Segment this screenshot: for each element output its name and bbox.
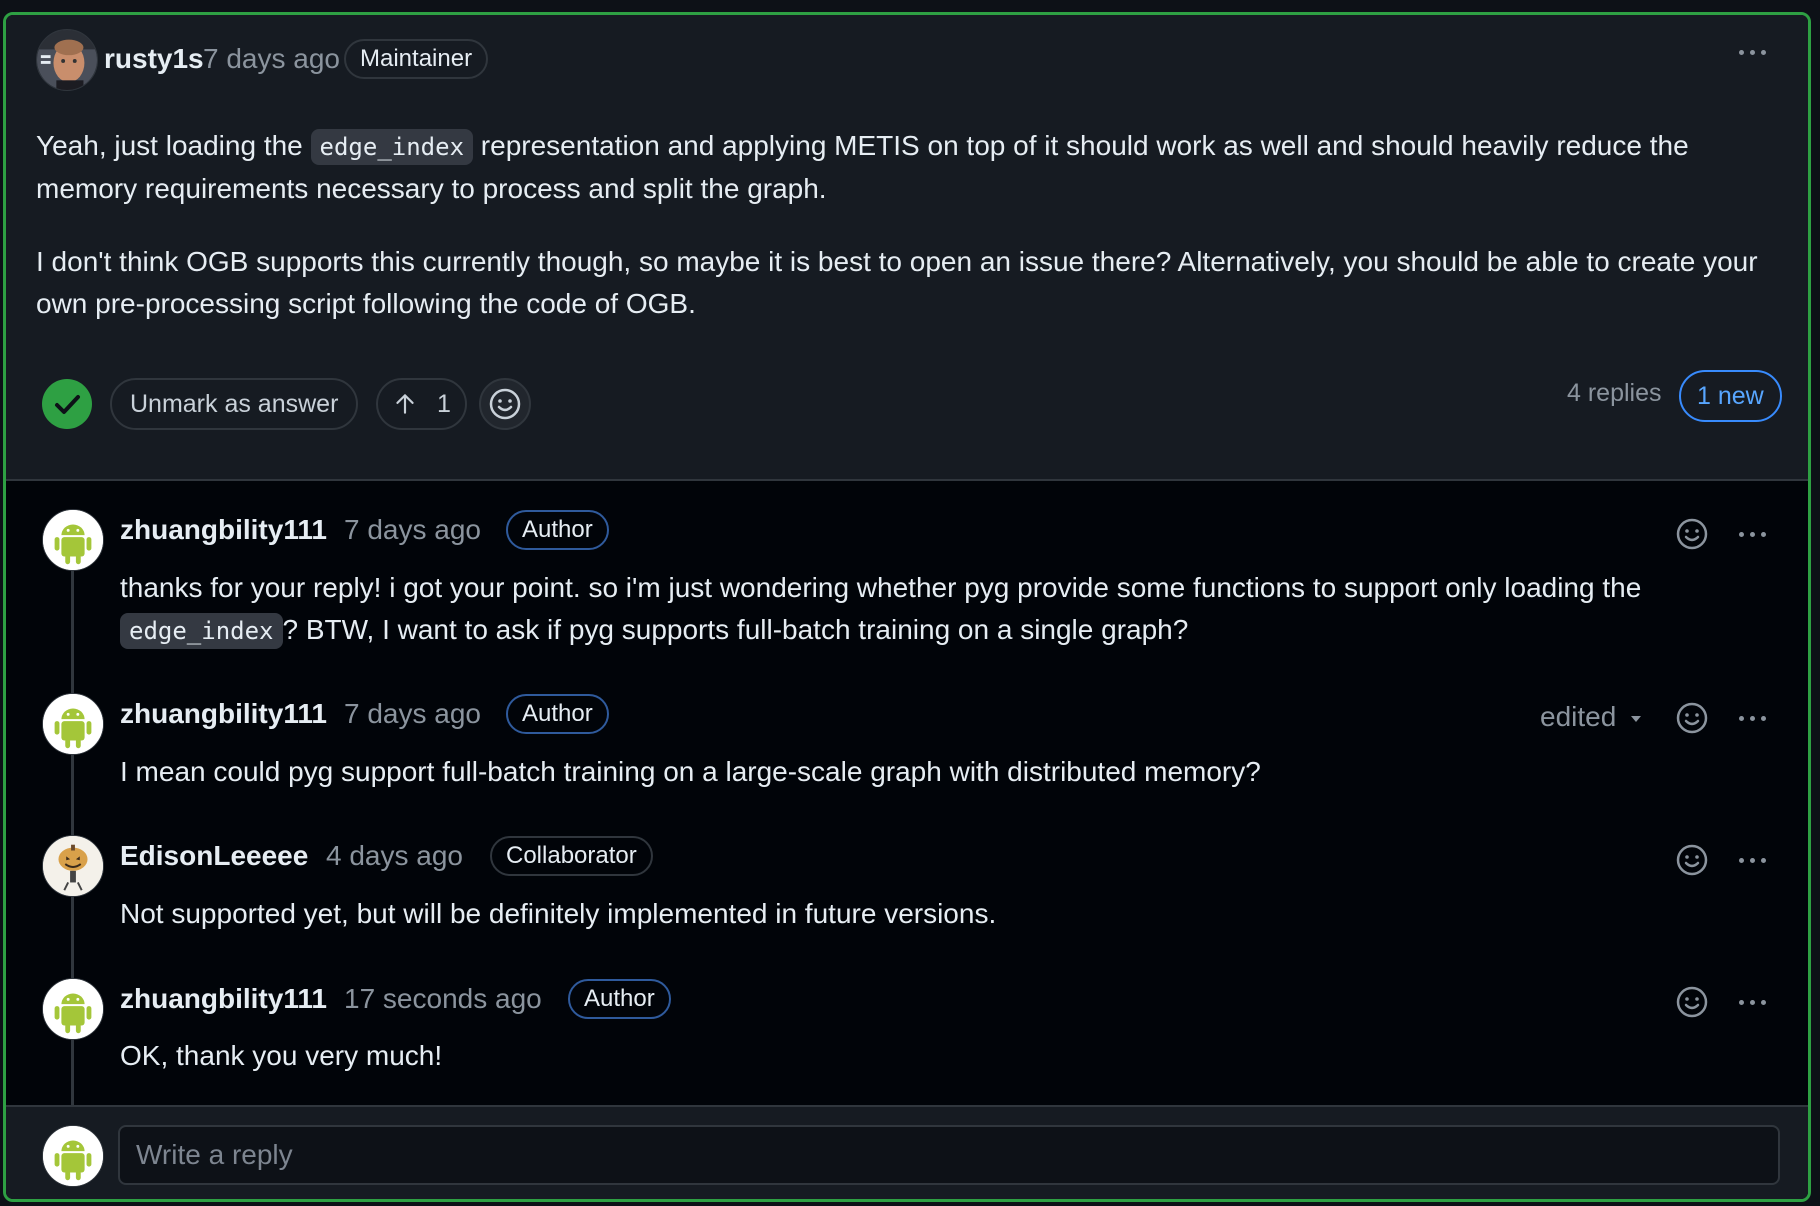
- check-circle-icon: [55, 395, 80, 414]
- kebab-horizontal-icon: [1738, 49, 1744, 55]
- smiley-icon: [1676, 986, 1708, 1018]
- reply-author[interactable]: zhuangbility111: [120, 514, 327, 546]
- reply-timestamp[interactable]: 4 days ago: [326, 840, 463, 872]
- reply-text: ? BTW, I want to ask if pyg supports ful…: [282, 614, 1189, 645]
- upvote-count: 1: [436, 390, 451, 418]
- unmark-as-answer-button[interactable]: Unmark as answer: [110, 378, 359, 430]
- avatar-zhuangbility111[interactable]: [42, 509, 104, 571]
- reply-body: I mean could pyg support full-batch trai…: [120, 756, 1261, 787]
- reply-input[interactable]: [118, 1125, 1780, 1185]
- edited-label: edited: [1540, 701, 1617, 732]
- comment-body-paragraph-1: Yeah, just loading the edge_index repres…: [36, 125, 1786, 210]
- kebab-horizontal-icon: [1738, 715, 1744, 721]
- android-icon: [43, 979, 103, 1039]
- comment-body-paragraph-2: I don't think OGB supports this currentl…: [36, 246, 1758, 319]
- replies-count: 4 replies: [1567, 379, 1662, 407]
- add-reaction-button[interactable]: [479, 378, 531, 430]
- role-badge: Author: [506, 694, 609, 734]
- smiley-icon: [489, 388, 521, 420]
- android-icon: [43, 510, 103, 570]
- main-comment: rusty1s 7 days ago Maintainer Yeah, just…: [6, 15, 1808, 481]
- kebab-horizontal-icon: [1738, 531, 1744, 537]
- role-badge: Collaborator: [490, 836, 653, 876]
- upvote-button[interactable]: 1: [376, 378, 467, 430]
- more-options-button[interactable]: [1732, 707, 1772, 731]
- comment-author[interactable]: rusty1s: [104, 43, 204, 75]
- smiley-icon: [1676, 702, 1708, 734]
- avatar-zhuangbility111[interactable]: [42, 978, 104, 1040]
- reply-author[interactable]: EdisonLeeeee: [120, 840, 308, 872]
- more-options-button[interactable]: [1732, 849, 1772, 873]
- discussion-comment-thread: rusty1s 7 days ago Maintainer Yeah, just…: [3, 12, 1811, 1202]
- add-reaction-button[interactable]: [1674, 984, 1710, 1020]
- avatar-current-user[interactable]: [42, 1125, 104, 1187]
- reply-timestamp[interactable]: 17 seconds ago: [344, 983, 542, 1015]
- new-replies-button[interactable]: 1 new: [1679, 370, 1782, 422]
- avatar-zhuangbility111[interactable]: [42, 693, 104, 755]
- edited-dropdown[interactable]: edited: [1540, 701, 1644, 733]
- more-options-button[interactable]: [1732, 523, 1772, 547]
- android-icon: [43, 694, 103, 754]
- add-reaction-button[interactable]: [1674, 700, 1710, 736]
- role-badge: Author: [568, 979, 671, 1019]
- reply-body: OK, thank you very much!: [120, 1040, 443, 1071]
- reply-timestamp[interactable]: 7 days ago: [344, 698, 481, 730]
- reply-composer: [6, 1105, 1808, 1199]
- reply-text: thanks for your reply! i got your point.…: [120, 572, 1642, 603]
- marked-answer-button[interactable]: [42, 379, 92, 429]
- add-reaction-button[interactable]: [1674, 516, 1710, 552]
- more-options-button[interactable]: [1732, 41, 1772, 65]
- triangle-down-icon: [1631, 715, 1642, 722]
- reply-body: thanks for your reply! i got your point.…: [120, 567, 1780, 652]
- reply-body: Not supported yet, but will be definitel…: [120, 898, 997, 929]
- paragraph-text: Yeah, just loading the: [36, 130, 311, 161]
- avatar-edisonleeeee[interactable]: [42, 835, 104, 897]
- android-icon: [43, 1126, 103, 1186]
- more-options-button[interactable]: [1732, 991, 1772, 1015]
- role-badge: Author: [506, 510, 609, 550]
- smiley-icon: [1676, 844, 1708, 876]
- kebab-horizontal-icon: [1738, 857, 1744, 863]
- arrow-up-icon: [396, 394, 414, 414]
- add-reaction-button[interactable]: [1674, 842, 1710, 878]
- person-photo-icon: [37, 30, 97, 90]
- inline-code: edge_index: [310, 129, 474, 165]
- reply-author[interactable]: zhuangbility111: [120, 698, 327, 730]
- inline-code: edge_index: [120, 613, 283, 649]
- pumpkin-character-icon: [43, 836, 103, 896]
- smiley-icon: [1676, 518, 1708, 550]
- kebab-horizontal-icon: [1738, 999, 1744, 1005]
- role-badge: Maintainer: [344, 39, 489, 79]
- comment-timestamp[interactable]: 7 days ago: [203, 43, 340, 75]
- avatar-rusty1s[interactable]: [36, 29, 98, 91]
- reply-timestamp[interactable]: 7 days ago: [344, 514, 481, 546]
- reply-author[interactable]: zhuangbility111: [120, 983, 327, 1015]
